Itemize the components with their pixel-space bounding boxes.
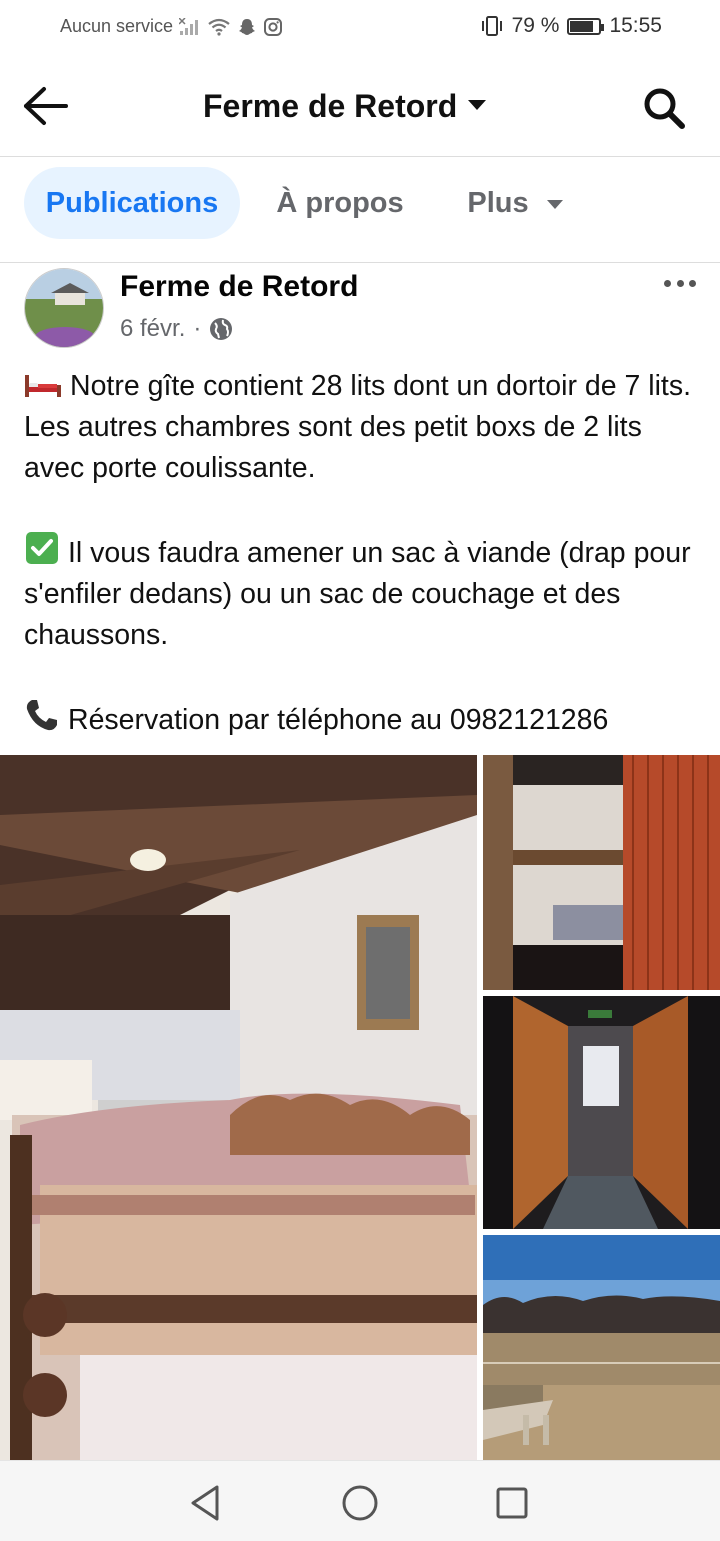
- battery-percent: 79 %: [511, 14, 560, 37]
- system-nav-bar: [0, 1460, 720, 1541]
- dot-icon: [689, 279, 696, 287]
- caret-down-icon: [546, 199, 563, 209]
- more-options-button[interactable]: [660, 268, 700, 298]
- nav-recents-button[interactable]: [490, 1481, 534, 1525]
- phone-icon: [26, 700, 57, 731]
- nav-back-button[interactable]: [183, 1481, 227, 1525]
- page-header: Ferme de Retord: [0, 56, 720, 157]
- search-icon: [644, 88, 685, 129]
- meta-separator: ·: [193, 315, 202, 342]
- post-paragraph: Notre gîte contient 28 lits dont un dort…: [24, 366, 704, 489]
- tab-plus-label: Plus: [467, 186, 529, 219]
- post-date[interactable]: 6 févr.: [120, 315, 185, 343]
- back-button[interactable]: [22, 84, 72, 128]
- paragraph-text: Notre gîte contient 28 lits dont un dort…: [24, 370, 692, 484]
- post-meta: 6 févr. ·: [120, 315, 233, 343]
- arrow-left-icon: [24, 87, 68, 125]
- avatar-image: [25, 269, 103, 347]
- status-bar: Aucun service 79 % 15:55: [0, 0, 720, 56]
- dormitory-photo[interactable]: [0, 755, 477, 1460]
- check-box-icon: [26, 532, 58, 564]
- wifi-icon: [208, 18, 230, 36]
- status-left: Aucun service: [60, 16, 283, 37]
- tab-a-propos[interactable]: À propos: [262, 167, 418, 239]
- battery-icon: [567, 17, 605, 35]
- square-recents-icon: [496, 1487, 528, 1519]
- tab-publications[interactable]: Publications: [24, 167, 240, 239]
- corridor-photo[interactable]: [483, 996, 720, 1229]
- signal-icon: [179, 17, 199, 35]
- post-author[interactable]: Ferme de Retord: [120, 270, 358, 304]
- paragraph-text: Réservation par téléphone au 0982121286: [68, 704, 609, 736]
- circle-home-icon: [342, 1485, 378, 1521]
- landscape-photo[interactable]: [483, 1235, 720, 1460]
- tab-plus[interactable]: Plus: [445, 167, 585, 239]
- vibrate-icon: [481, 16, 502, 36]
- post-body: Notre gîte contient 28 lits dont un dort…: [24, 366, 704, 741]
- bunk-room-photo[interactable]: [483, 755, 720, 990]
- globe-icon: [210, 318, 233, 340]
- paragraph-text: Il vous faudra amener un sac à viande (d…: [24, 537, 691, 651]
- snapchat-icon: [239, 18, 256, 35]
- triangle-back-icon: [191, 1485, 219, 1521]
- status-right: 79 % 15:55: [480, 14, 662, 38]
- caret-down-icon[interactable]: [468, 100, 486, 110]
- post-paragraph: Il vous faudra amener un sac à viande (d…: [24, 530, 704, 656]
- search-button[interactable]: [640, 84, 688, 132]
- carrier-label: Aucun service: [60, 16, 174, 36]
- bed-icon: [25, 375, 61, 397]
- avatar[interactable]: [24, 268, 104, 348]
- page-title[interactable]: Ferme de Retord: [203, 88, 457, 125]
- instagram-icon: [264, 17, 283, 36]
- photo-grid: [0, 755, 720, 1460]
- dot-icon: [664, 279, 671, 287]
- post-paragraph: Réservation par téléphone au 0982121286: [24, 697, 704, 741]
- nav-home-button[interactable]: [338, 1481, 382, 1525]
- page-tabs: Publications À propos Plus: [0, 157, 720, 263]
- dot-icon: [676, 279, 684, 287]
- clock: 15:55: [609, 14, 662, 37]
